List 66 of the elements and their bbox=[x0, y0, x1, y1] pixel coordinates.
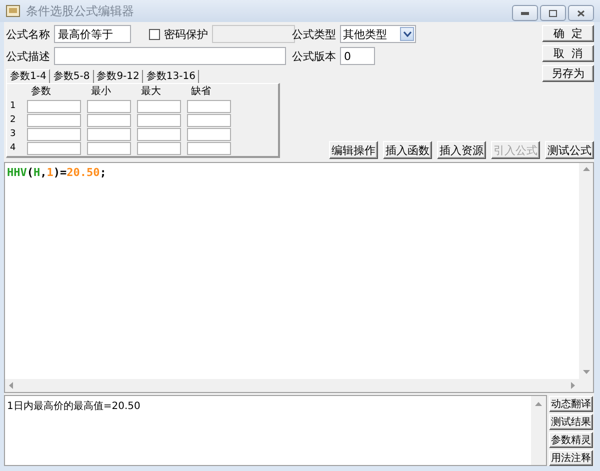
output-button[interactable]: 用法注释 bbox=[549, 450, 593, 466]
parameter-field[interactable] bbox=[187, 114, 231, 127]
scroll-down-icon bbox=[582, 369, 590, 374]
dialog-button[interactable]: 取 消 bbox=[542, 45, 594, 62]
parameter-field[interactable] bbox=[87, 114, 131, 127]
toolbar-button[interactable]: 编辑操作 bbox=[329, 141, 378, 159]
close-button[interactable] bbox=[568, 5, 594, 21]
dialog-button[interactable]: 确 定 bbox=[542, 25, 594, 42]
app-icon bbox=[6, 5, 20, 17]
column-header: 缺省 bbox=[190, 86, 212, 98]
scroll-up-icon bbox=[582, 167, 590, 172]
minimize-button[interactable] bbox=[512, 5, 538, 21]
maximize-icon bbox=[549, 10, 557, 16]
close-icon bbox=[577, 10, 585, 16]
code-line: HHV(H,1)=20.50; bbox=[6, 165, 108, 181]
toolbar-button[interactable]: 测试公式 bbox=[545, 141, 594, 159]
output-button[interactable]: 动态翻译 bbox=[549, 396, 593, 412]
scroll-right-icon bbox=[570, 382, 575, 389]
column-header: 参数 bbox=[30, 86, 52, 98]
parameter-field[interactable] bbox=[27, 142, 81, 155]
parameter-field[interactable] bbox=[187, 128, 231, 141]
output-scrollbar[interactable] bbox=[531, 396, 546, 465]
dialog-button[interactable]: 另存为 bbox=[542, 65, 594, 82]
parameter-field[interactable] bbox=[87, 142, 131, 155]
formula-description-label: 公式描述 bbox=[6, 48, 50, 64]
password-label: 密码保护 bbox=[164, 26, 208, 42]
parameter-field[interactable] bbox=[27, 128, 81, 141]
formula-type-dropdown[interactable]: 其他类型 bbox=[340, 25, 416, 43]
window-title: 条件选股公式编辑器 bbox=[26, 2, 135, 20]
row-number: 4 bbox=[10, 142, 17, 155]
formula-name-label: 公式名称 bbox=[6, 26, 50, 42]
vertical-scrollbar[interactable] bbox=[579, 163, 593, 392]
parameter-field[interactable] bbox=[137, 142, 181, 155]
scroll-up-icon bbox=[535, 402, 542, 407]
parameter-field[interactable] bbox=[27, 100, 81, 113]
parameter-field[interactable] bbox=[137, 114, 181, 127]
formula-version-field[interactable]: 0 bbox=[340, 47, 375, 65]
toolbar-button[interactable]: 插入资源 bbox=[437, 141, 486, 159]
output-button[interactable]: 测试结果 bbox=[549, 414, 593, 430]
parameter-field[interactable] bbox=[137, 128, 181, 141]
column-header: 最小 bbox=[90, 86, 112, 98]
parameter-field[interactable] bbox=[27, 114, 81, 127]
scroll-left-icon bbox=[9, 382, 14, 389]
formula-version-label: 公式版本 bbox=[292, 48, 336, 64]
parameter-field[interactable] bbox=[187, 142, 231, 155]
row-number: 2 bbox=[10, 114, 17, 127]
row-number: 3 bbox=[10, 128, 17, 141]
password-checkbox[interactable] bbox=[149, 28, 160, 40]
parameter-field[interactable] bbox=[87, 100, 131, 113]
row-number: 1 bbox=[10, 100, 17, 113]
formula-name-field[interactable]: 最高价等于 bbox=[54, 25, 131, 43]
parameter-field[interactable] bbox=[137, 100, 181, 113]
parameter-field[interactable] bbox=[187, 100, 231, 113]
code-editor[interactable]: HHV(H,1)=20.50; bbox=[4, 162, 594, 393]
horizontal-scrollbar[interactable] bbox=[5, 379, 579, 392]
output-text: 1日内最高价的最高值=20.50 bbox=[6, 400, 142, 414]
formula-type-label: 公式类型 bbox=[292, 26, 336, 42]
maximize-button[interactable] bbox=[540, 5, 566, 21]
parameter-tab[interactable]: 参数9-12 bbox=[94, 70, 144, 83]
toolbar-button[interactable]: 插入函数 bbox=[383, 141, 432, 159]
column-header: 最大 bbox=[140, 86, 162, 98]
output-button[interactable]: 参数精灵 bbox=[549, 432, 593, 448]
parameter-tab[interactable]: 参数1-4 bbox=[6, 69, 50, 83]
formula-description-field[interactable] bbox=[54, 47, 286, 65]
minimize-icon bbox=[521, 12, 529, 14]
parameter-field[interactable] bbox=[87, 128, 131, 141]
